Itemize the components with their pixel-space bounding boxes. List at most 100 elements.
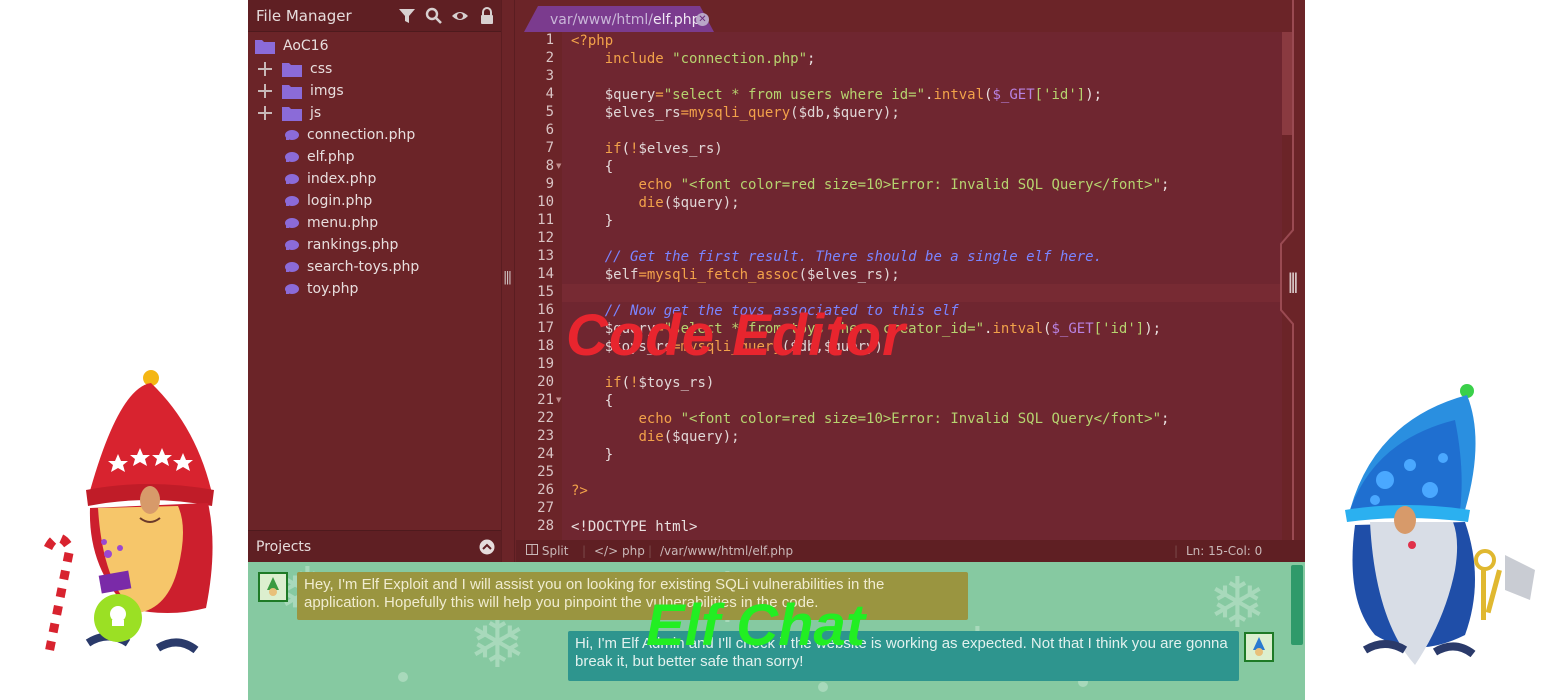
tree-folder-js[interactable]: js: [282, 102, 321, 124]
line-number: 5: [545, 104, 554, 120]
tree-root-folder[interactable]: AoC16: [255, 35, 329, 57]
tree-item-label: AoC16: [283, 38, 329, 54]
folder-icon: [255, 40, 275, 54]
php-file-icon: [285, 240, 299, 250]
tree-item-label: elf.php: [307, 149, 355, 165]
line-number: 3: [545, 68, 554, 84]
eye-icon[interactable]: [451, 7, 469, 25]
code-token: ;: [1161, 411, 1170, 427]
lock-icon[interactable]: [478, 7, 496, 25]
filter-icon[interactable]: [398, 7, 416, 25]
split-label: Split: [541, 544, 569, 558]
sidebar-resize-handle[interactable]: |||: [501, 0, 515, 562]
code-token: <!DOCTYPE html>: [571, 519, 698, 535]
code-token: $elf: [604, 267, 639, 283]
code-token: $_GET: [1051, 321, 1094, 337]
red-gnome-illustration: [43, 370, 214, 659]
code-token: {: [604, 393, 614, 409]
code-token: ($query);: [663, 195, 740, 211]
code-token: echo: [638, 411, 681, 427]
php-file-icon: [285, 130, 299, 140]
code-line: if(!$elves_rs): [571, 140, 723, 158]
line-number: 2: [545, 50, 554, 66]
line-number: 16: [537, 302, 554, 318]
line-number: 20: [537, 374, 554, 390]
code-line: $query="select * from users where id=".i…: [571, 86, 1102, 104]
code-token: "select * from users where id=": [663, 87, 926, 103]
expand-plus-icon[interactable]: [257, 105, 273, 121]
line-number: 6: [545, 122, 554, 138]
collapse-up-icon[interactable]: [479, 539, 495, 555]
projects-bar[interactable]: Projects: [248, 530, 501, 562]
expand-plus-icon[interactable]: [257, 83, 273, 99]
tree-folder-css[interactable]: css: [282, 58, 332, 80]
chat-scrollbar[interactable]: [1291, 565, 1303, 645]
tree-file[interactable]: index.php: [283, 168, 376, 190]
php-file-icon: [285, 284, 299, 294]
code-token: ?>: [571, 483, 588, 499]
code-token: ;: [1161, 177, 1170, 193]
line-number: 13: [537, 248, 554, 264]
php-file-icon: [285, 174, 299, 184]
tree-folder-imgs[interactable]: imgs: [282, 80, 344, 102]
language-mode[interactable]: </> php: [594, 544, 645, 558]
file-path: /var/www/html/elf.php: [660, 544, 794, 558]
tree-file[interactable]: toy.php: [283, 278, 358, 300]
code-token: }: [604, 213, 614, 229]
line-number: 23: [537, 428, 554, 444]
php-file-icon: [285, 262, 299, 272]
code-token: $elves_rs): [638, 141, 723, 157]
tree-file[interactable]: search-toys.php: [283, 256, 419, 278]
code-line: $elf=mysqli_fetch_assoc($elves_rs);: [571, 266, 900, 284]
code-token: intval: [992, 321, 1044, 337]
code-editor: var/www/html/elf.php ✕ 1 2 3 4 5 6 7 8 9…: [516, 0, 1292, 540]
close-icon[interactable]: ✕: [696, 13, 709, 26]
code-token: $_GET: [992, 87, 1035, 103]
line-number: 4: [545, 86, 554, 102]
code-line: die($query);: [571, 194, 740, 212]
fold-arrow-icon[interactable]: ▼: [556, 396, 561, 404]
line-number: 10: [537, 194, 554, 210]
line-number: 7: [545, 140, 554, 156]
code-token: }: [604, 447, 614, 463]
line-number: 1: [545, 32, 554, 48]
code-token: "connection.php": [672, 51, 808, 67]
fold-arrow-icon[interactable]: ▼: [556, 162, 561, 170]
tree-file[interactable]: menu.php: [283, 212, 378, 234]
snow-dot-decoration: [818, 682, 828, 692]
expand-plus-icon[interactable]: [257, 61, 273, 77]
line-number: 11: [537, 212, 554, 228]
tree-item-label: js: [310, 105, 322, 121]
code-token: =: [638, 267, 647, 283]
code-line: ?>: [571, 482, 588, 500]
code-token: "<font color=red size=10>Error: Invalid …: [680, 411, 1162, 427]
tree-file[interactable]: login.php: [283, 190, 372, 212]
code-area[interactable]: 1 2 3 4 5 6 7 8 9 10 11 12 13 14 15 16 1…: [516, 32, 1282, 540]
elf-exploit-avatar: [258, 572, 288, 602]
panel-resize-handle[interactable]: |||: [1273, 0, 1305, 562]
line-number: 9: [545, 176, 554, 192]
code-line: echo "<font color=red size=10>Error: Inv…: [571, 176, 1169, 194]
line-number: 22: [537, 410, 554, 426]
folder-icon: [282, 107, 302, 121]
code-comment: // Get the first result. There should be…: [604, 249, 1103, 265]
split-toggle[interactable]: Split: [526, 544, 568, 558]
snow-dot-decoration: [398, 672, 408, 682]
code-token: (: [621, 141, 631, 157]
projects-label: Projects: [256, 539, 312, 555]
tree-file[interactable]: elf.php: [283, 146, 355, 168]
code-line: $elves_rs=mysqli_query($db,$query);: [571, 104, 900, 122]
line-number: 28: [537, 518, 554, 534]
status-bar: Split | </> php | /var/www/html/elf.php …: [516, 540, 1305, 562]
current-line-highlight: [562, 284, 1282, 302]
split-icon: [526, 544, 538, 555]
code-token: =: [655, 87, 664, 103]
tree-file[interactable]: rankings.php: [283, 234, 398, 256]
tab-elf-php[interactable]: var/www/html/elf.php ✕: [524, 6, 714, 32]
cursor-position: Ln: 15-Col: 0: [1186, 544, 1263, 558]
line-number-gutter: 1 2 3 4 5 6 7 8 9 10 11 12 13 14 15 16 1…: [516, 32, 562, 540]
search-icon[interactable]: [425, 7, 443, 25]
code-token: die: [638, 429, 664, 445]
line-number: 27: [537, 500, 554, 516]
tree-file[interactable]: connection.php: [283, 124, 415, 146]
